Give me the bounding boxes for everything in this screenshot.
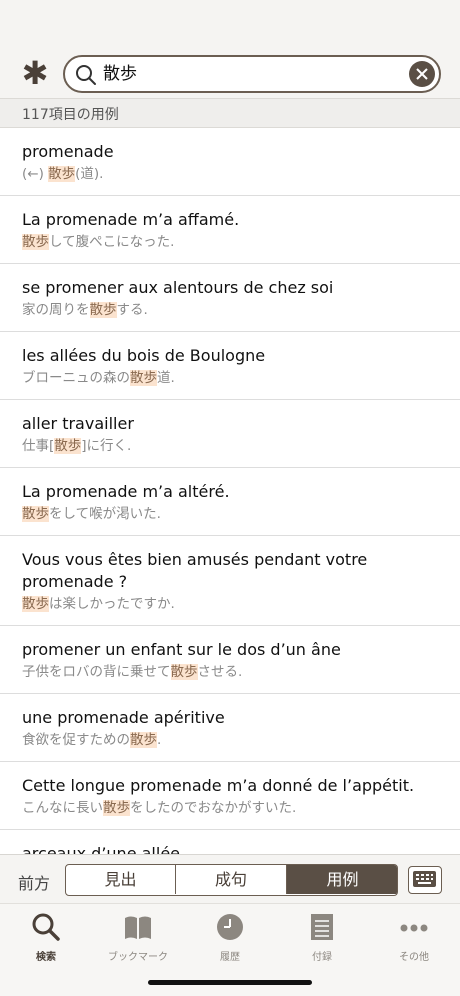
french-example: Cette longue promenade m’a donné de l’ap… <box>22 776 415 795</box>
translation-text: する. <box>116 302 148 318</box>
translation-text: 子供をロバの背に乗せて <box>22 664 171 680</box>
tab-search[interactable]: 検索 <box>0 910 92 966</box>
highlighted-term: 散歩 <box>22 596 49 612</box>
search-mode-bar: 前方 見出 成句 用例 <box>0 854 460 903</box>
search-icon <box>32 913 60 941</box>
translation-text: 家の周りを <box>22 302 90 318</box>
highlighted-term: 散歩 <box>130 732 157 748</box>
list-item[interactable]: Cette longue promenade m’a donné de l’ap… <box>0 762 460 830</box>
translation-text: をして喉が渇いた. <box>49 506 161 522</box>
translation-text: させる. <box>197 664 243 680</box>
segment-headword[interactable]: 見出 <box>66 865 176 894</box>
list-item[interactable]: La promenade m’a altéré. 散歩をして喉が渇いた. <box>0 468 460 536</box>
translation-text: こんなに長い <box>22 800 103 816</box>
japanese-translation: 子供をロバの背に乗せて散歩させる. <box>22 662 242 682</box>
translation-text: 道. <box>157 370 175 386</box>
home-indicator <box>148 980 312 985</box>
highlighted-term: 散歩 <box>22 506 49 522</box>
highlighted-term: 散歩 <box>89 302 117 318</box>
highlighted-term: 散歩 <box>130 370 157 386</box>
list-item[interactable]: promener un enfant sur le dos d’un âne 子供… <box>0 626 460 694</box>
translation-text: ]に行く. <box>81 438 132 454</box>
french-example: promener un enfant sur le dos d’un âne <box>22 640 341 659</box>
result-count-bar: 117項目の用例 <box>0 98 460 128</box>
translation-text: 仕事[ <box>22 438 55 454</box>
japanese-translation: こんなに長い散歩をしたのでおなかがすいた. <box>22 798 296 818</box>
book-icon <box>125 916 151 939</box>
tab-appendix[interactable]: 付録 <box>276 910 368 966</box>
french-example: promenade <box>22 142 114 161</box>
close-icon <box>416 68 428 80</box>
french-example: les allées du bois de Boulogne <box>22 346 266 365</box>
highlighted-term: 散歩 <box>170 664 198 680</box>
french-example: se promener aux alentours de chez soi <box>22 278 334 297</box>
segment-idiom[interactable]: 成句 <box>176 865 287 894</box>
search-input[interactable]: 散歩 <box>63 55 441 93</box>
tab-more-label: その他 <box>399 952 429 963</box>
search-mode-segmented-control[interactable]: 見出 成句 用例 <box>65 864 398 896</box>
list-item[interactable]: arceaux d’une allée <box>0 830 460 854</box>
tab-appendix-label: 付録 <box>312 952 332 963</box>
french-example: La promenade m’a altéré. <box>22 482 230 501</box>
translation-text: ブローニュの森の <box>22 370 130 386</box>
tab-more[interactable]: その他 <box>368 910 460 966</box>
translation-text: (道). <box>75 166 104 182</box>
french-example: une promenade apéritive <box>22 708 225 727</box>
asterisk-icon[interactable]: ✱ <box>20 57 50 89</box>
document-icon <box>311 914 333 940</box>
result-count: 117項目の用例 <box>22 107 119 123</box>
highlighted-term: 散歩 <box>48 166 76 182</box>
tab-bookmark[interactable]: ブックマーク <box>92 910 184 966</box>
french-example: La promenade m’a affamé. <box>22 210 240 229</box>
japanese-translation: ブローニュの森の散歩道. <box>22 368 175 388</box>
segment-example[interactable]: 用例 <box>287 865 397 894</box>
example-list[interactable]: promenade (←) 散歩(道). La promenade m’a affa… <box>0 128 460 854</box>
translation-text: . <box>157 732 162 748</box>
keyboard-icon <box>413 871 436 887</box>
french-example: Vous vous êtes bien amusés pendant votre… <box>22 550 368 591</box>
clear-search-button[interactable] <box>409 61 435 87</box>
translation-text: は楽しかったですか. <box>49 596 175 612</box>
list-item[interactable]: une promenade apéritive 食欲を促すための散歩. <box>0 694 460 762</box>
highlighted-term: 散歩 <box>22 234 49 250</box>
japanese-translation: 仕事[散歩]に行く. <box>22 436 131 456</box>
list-item[interactable]: Vous vous êtes bien amusés pendant votre… <box>0 536 460 626</box>
translation-text: して腹ぺこになった. <box>49 234 175 250</box>
japanese-translation: 散歩して腹ぺこになった. <box>22 232 174 252</box>
prefix-match-button[interactable]: 前方 <box>18 870 50 894</box>
search-icon <box>76 65 96 85</box>
highlighted-term: 散歩 <box>54 438 82 454</box>
list-item[interactable]: La promenade m’a affamé. 散歩して腹ぺこになった. <box>0 196 460 264</box>
french-example: aller travailler <box>22 414 134 433</box>
japanese-translation: 家の周りを散歩する. <box>22 300 148 320</box>
keyboard-button[interactable] <box>408 866 442 894</box>
japanese-translation: 散歩は楽しかったですか. <box>22 594 175 614</box>
list-item[interactable]: se promener aux alentours de chez soi 家の周… <box>0 264 460 332</box>
translation-text: をしたのでおなかがすいた. <box>130 800 297 816</box>
search-header: ✱ 散歩 <box>0 0 460 98</box>
list-item[interactable]: aller travailler 仕事[散歩]に行く. <box>0 400 460 468</box>
more-icon <box>400 924 428 932</box>
tab-search-label: 検索 <box>36 952 56 963</box>
japanese-translation: (←) 散歩(道). <box>22 164 103 184</box>
japanese-translation: 散歩をして喉が渇いた. <box>22 504 161 524</box>
japanese-translation: 食欲を促すための散歩. <box>22 730 161 750</box>
tab-history-label: 履歴 <box>220 952 240 963</box>
tab-bookmark-label: ブックマーク <box>108 952 168 963</box>
tab-history[interactable]: 履歴 <box>184 910 276 966</box>
french-example: arceaux d’une allée <box>22 844 181 854</box>
list-item[interactable]: les allées du bois de Boulogne ブローニュの森の散歩… <box>0 332 460 400</box>
highlighted-term: 散歩 <box>103 800 130 816</box>
list-item[interactable]: promenade (←) 散歩(道). <box>0 128 460 196</box>
search-query: 散歩 <box>103 64 137 84</box>
translation-text: 食欲を促すための <box>22 732 130 748</box>
clock-icon <box>217 914 243 940</box>
translation-text: (←) <box>22 166 49 182</box>
